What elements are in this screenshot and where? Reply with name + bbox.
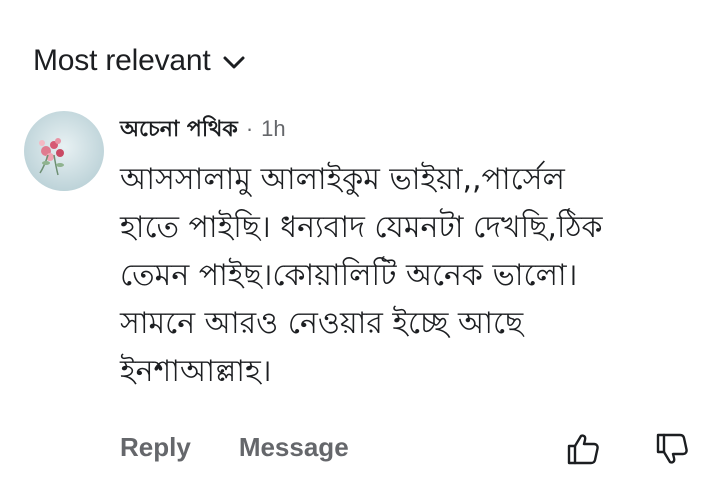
message-button[interactable]: Message xyxy=(239,432,349,463)
chevron-down-icon xyxy=(223,56,245,69)
meta-separator: · xyxy=(245,116,254,141)
comment-actions: Reply Message xyxy=(120,432,349,463)
avatar[interactable] xyxy=(24,111,104,191)
timestamp[interactable]: 1h xyxy=(261,116,285,142)
comment: অচেনা পথিক · 1h আসসালামু আলাইকুম ভাইয়া,… xyxy=(120,112,700,396)
sort-dropdown[interactable]: Most relevant xyxy=(33,44,246,78)
thumbs-up-icon[interactable] xyxy=(566,432,600,466)
reply-button[interactable]: Reply xyxy=(120,432,191,463)
author-name[interactable]: অচেনা পথিক xyxy=(120,112,238,149)
sort-label: Most relevant xyxy=(33,44,211,77)
flower-avatar-icon xyxy=(24,111,104,191)
thumbs-down-icon[interactable] xyxy=(655,432,689,466)
comment-text: আসসালামু আলাইকুম ভাইয়া,,পার্সেল হাতে পা… xyxy=(120,162,603,389)
comment-meta: অচেনা পথিক · 1h xyxy=(120,112,700,142)
